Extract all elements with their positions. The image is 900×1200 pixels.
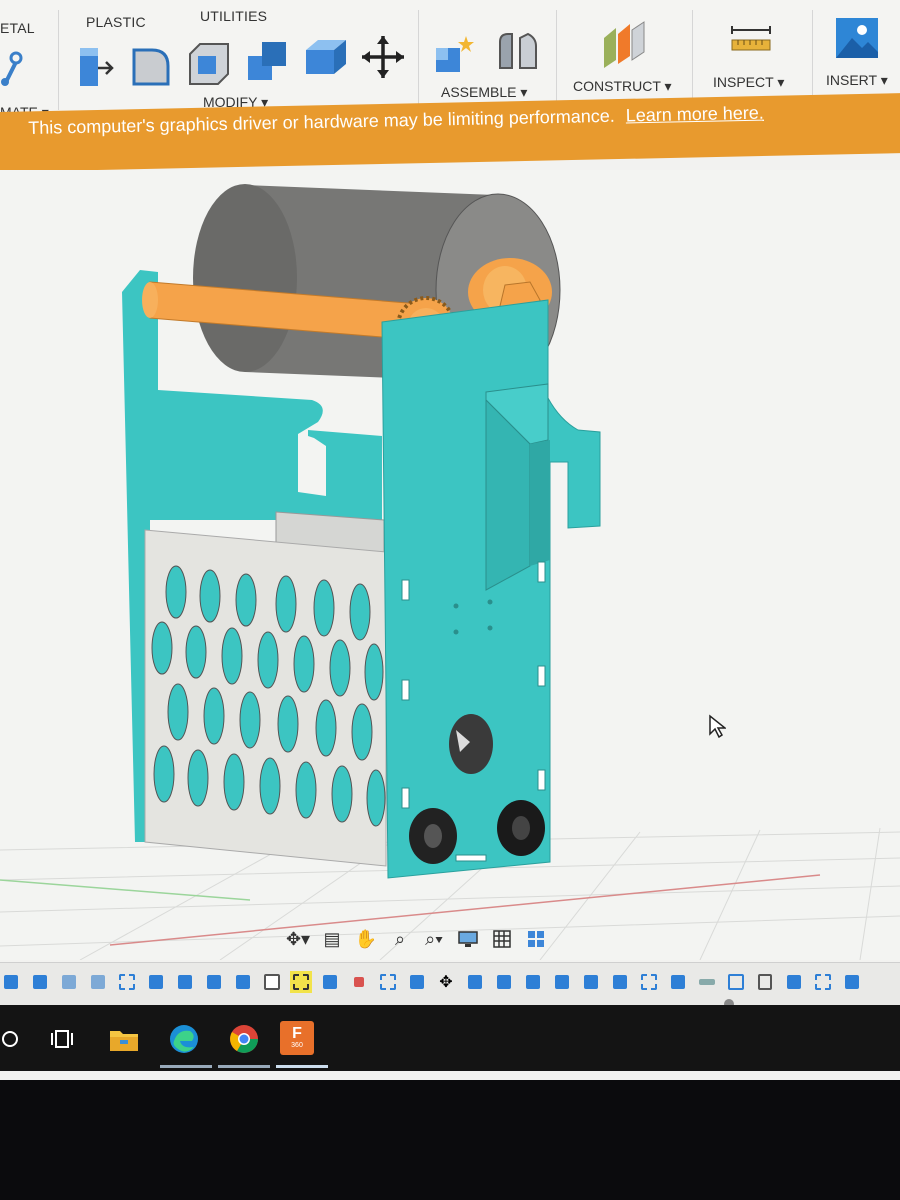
timeline-feature-icon[interactable] (319, 971, 341, 993)
timeline-feature-icon[interactable] (87, 971, 109, 993)
learn-more-link[interactable]: Learn more here. (626, 103, 764, 126)
tab-sheet-metal[interactable]: ETAL (0, 20, 35, 36)
active-app-indicator (276, 1065, 328, 1068)
timeline-feature-icon[interactable] (522, 971, 544, 993)
timeline-feature-icon[interactable] (406, 971, 428, 993)
timeline-feature-icon[interactable] (464, 971, 486, 993)
press-pull-icon[interactable] (76, 44, 116, 95)
fit-icon[interactable]: ⌕▾ (421, 928, 447, 950)
tab-utilities[interactable]: UTILITIES (200, 8, 267, 24)
move-icon[interactable] (360, 34, 406, 85)
timeline-feature-icon[interactable] (145, 971, 167, 993)
active-app-indicator (218, 1065, 270, 1068)
zoom-icon[interactable]: ⌕ (387, 928, 413, 950)
timeline-feature-icon[interactable] (667, 971, 689, 993)
construct-group-label[interactable]: CONSTRUCT ▾ (573, 78, 672, 95)
timeline-bar: ✥ (0, 962, 900, 1011)
separator (556, 10, 557, 110)
orbit-icon[interactable]: ✥▾ (285, 928, 311, 950)
shell-icon[interactable] (186, 40, 232, 93)
timeline-feature-icon[interactable] (377, 971, 399, 993)
fillet-icon[interactable] (128, 42, 174, 93)
timeline-feature-icon[interactable] (725, 971, 747, 993)
separator (418, 10, 419, 110)
assemble-group-label[interactable]: ASSEMBLE ▾ (441, 84, 527, 101)
look-at-icon[interactable]: ▤ (319, 928, 345, 950)
timeline-feature-icon[interactable] (261, 971, 283, 993)
y-axis-line (0, 879, 251, 901)
active-app-indicator (160, 1065, 212, 1068)
timeline-feature-icon[interactable] (754, 971, 776, 993)
timeline-feature-icon[interactable] (232, 971, 254, 993)
timeline-feature-icon[interactable] (609, 971, 631, 993)
right-side-panel (381, 299, 601, 879)
perforated-grate (144, 529, 387, 867)
timeline-feature-icon[interactable] (348, 971, 370, 993)
timeline-feature-icon[interactable] (174, 971, 196, 993)
display-settings-icon[interactable] (455, 928, 481, 950)
timeline-feature-icon[interactable] (203, 971, 225, 993)
timeline-move-icon[interactable]: ✥ (435, 971, 457, 993)
fusion360-screen: ETAL PLASTIC UTILITIES MATE ▾ MODIFY ▾ (0, 0, 900, 1080)
chrome-icon[interactable] (222, 1017, 266, 1061)
timeline-feature-icon[interactable] (841, 971, 863, 993)
measure-icon[interactable] (728, 24, 774, 61)
timeline-feature-icon[interactable] (116, 971, 138, 993)
model-canvas (0, 184, 900, 961)
timeline-feature-icon[interactable] (580, 971, 602, 993)
tab-plastic[interactable]: PLASTIC (86, 14, 146, 30)
joint-icon[interactable] (494, 28, 540, 81)
timeline-feature-icon[interactable] (696, 971, 718, 993)
insert-group-label[interactable]: INSERT ▾ (826, 72, 888, 89)
separator (58, 10, 59, 110)
separator (692, 10, 693, 110)
viewports-icon[interactable] (523, 928, 549, 950)
search-icon[interactable] (0, 1017, 32, 1061)
fusion360-letter: F (292, 1025, 302, 1042)
combine-icon[interactable] (244, 38, 292, 91)
timeline-feature-icon[interactable] (58, 971, 80, 993)
insert-image-icon[interactable] (834, 16, 880, 65)
timeline-feature-icon[interactable] (29, 971, 51, 993)
timeline-feature-icon[interactable] (812, 971, 834, 993)
edge-icon[interactable] (162, 1017, 206, 1061)
timeline-feature-icon[interactable] (638, 971, 660, 993)
timeline-feature-icon[interactable] (0, 971, 22, 993)
inspect-group-label[interactable]: INSPECT ▾ (713, 74, 784, 91)
offset-face-icon[interactable] (302, 34, 350, 85)
file-explorer-icon[interactable] (102, 1017, 146, 1061)
mate-icon[interactable] (0, 48, 26, 93)
fusion360-icon[interactable]: F 360 (280, 1021, 314, 1055)
timeline-features: ✥ (0, 971, 863, 993)
navigation-bar: ✥▾ ▤ ✋ ⌕ ⌕▾ (285, 924, 549, 954)
new-component-icon[interactable] (432, 30, 480, 83)
pan-icon[interactable]: ✋ (353, 928, 379, 950)
timeline-feature-icon[interactable] (290, 971, 312, 993)
timeline-feature-icon[interactable] (551, 971, 573, 993)
timeline-feature-icon[interactable] (493, 971, 515, 993)
windows-taskbar: F 360 (0, 1005, 900, 1071)
fusion360-number: 360 (291, 1042, 303, 1049)
timeline-feature-icon[interactable] (783, 971, 805, 993)
grid-icon[interactable] (489, 928, 515, 950)
task-view-icon[interactable] (40, 1017, 84, 1061)
offset-plane-icon[interactable] (600, 20, 650, 73)
mouse-pointer-icon (708, 714, 728, 743)
model-viewport[interactable] (0, 170, 900, 961)
